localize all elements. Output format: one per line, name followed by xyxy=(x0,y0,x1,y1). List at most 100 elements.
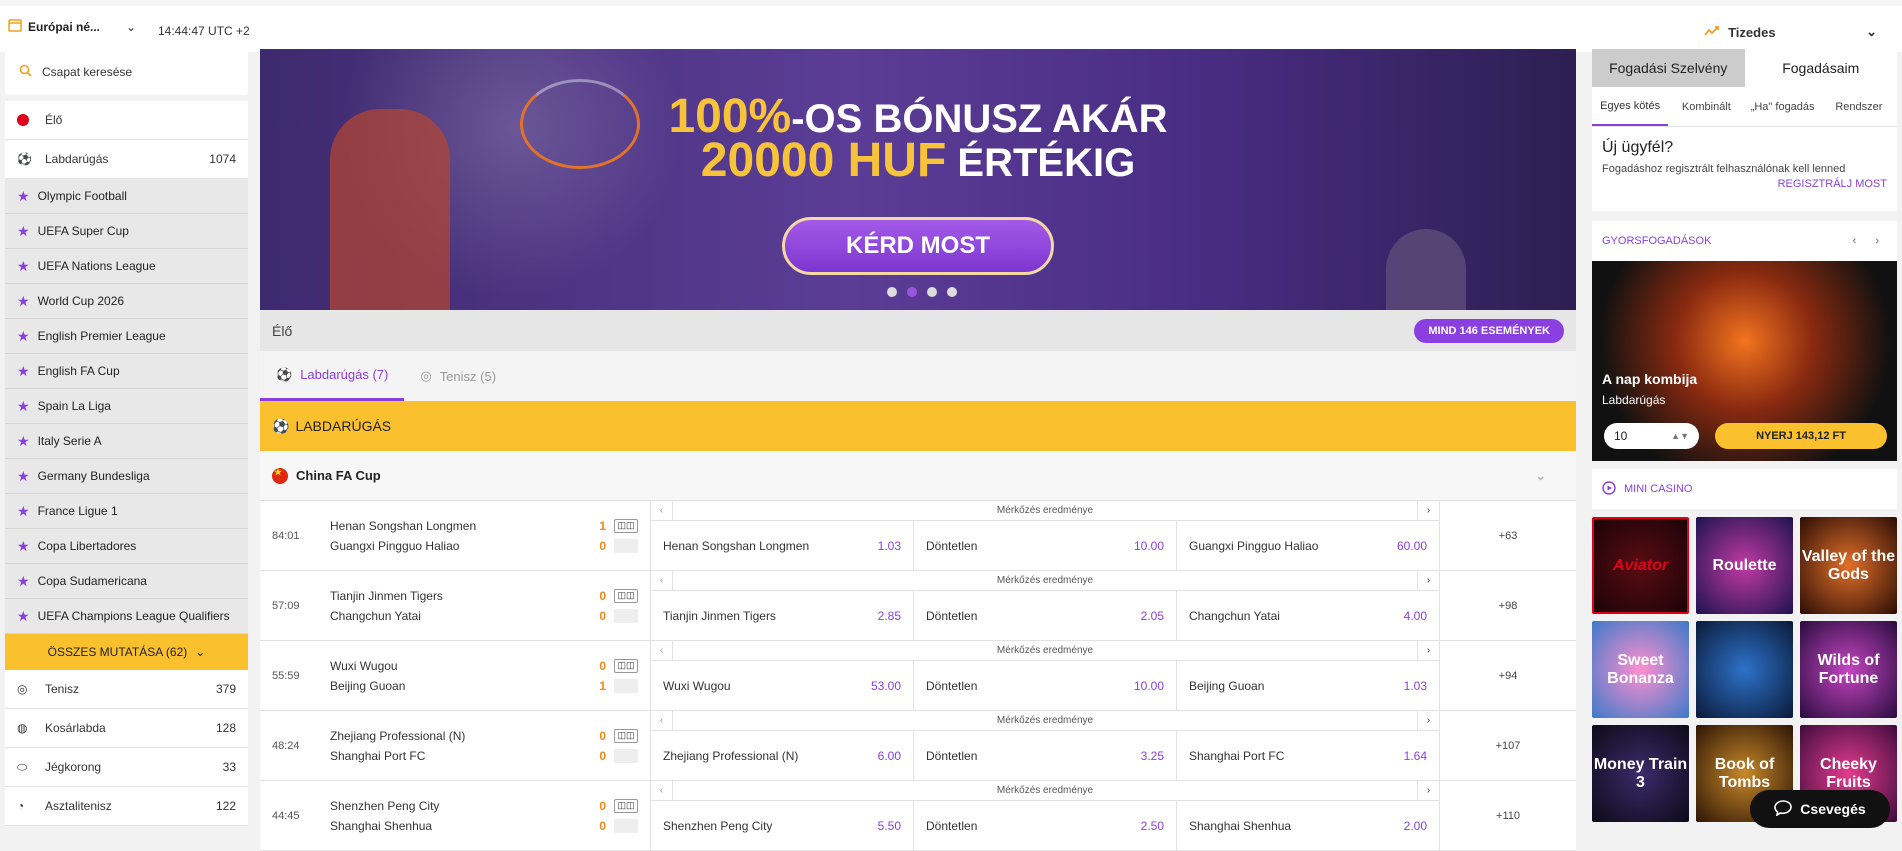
chevron-right-icon[interactable]: › xyxy=(1417,571,1439,590)
chevron-right-icon[interactable]: › xyxy=(1417,781,1439,800)
claim-bonus-button[interactable]: KÉRD MOST xyxy=(782,217,1054,275)
carousel-dot[interactable] xyxy=(927,287,937,297)
odds-format-selector[interactable]: Európai né... ⌄ xyxy=(8,18,136,35)
odd-home-button[interactable]: Tianjin Jinmen Tigers 2.85 xyxy=(651,591,914,640)
odd-draw-button[interactable]: Döntetlen 2.05 xyxy=(914,591,1177,640)
casino-game-title: Book of Tombs xyxy=(1714,755,1775,791)
chevron-right-icon[interactable]: › xyxy=(1417,711,1439,730)
stepper-icon[interactable]: ▲▼ xyxy=(1671,431,1689,441)
sidebar-league-item[interactable]: ★ English Premier League xyxy=(5,319,248,354)
market-header: ‹ Mérkőzés eredménye › xyxy=(651,571,1439,591)
tab-combined-bet[interactable]: Kombinált xyxy=(1668,87,1744,126)
match-row[interactable]: 84:01 Henan Songshan Longmen 1 ◫◫ Guangxi Pi… xyxy=(260,501,1576,571)
chevron-left-icon[interactable]: ‹ xyxy=(651,641,673,660)
pitch-stats-icon[interactable]: ◫◫ xyxy=(614,518,638,533)
casino-game-tile[interactable]: Money Train 3 xyxy=(1592,725,1689,822)
odd-draw-button[interactable]: Döntetlen 10.00 xyxy=(914,521,1177,570)
carousel-dot[interactable] xyxy=(947,287,957,297)
chat-button[interactable]: Csevegés xyxy=(1750,790,1890,828)
match-row[interactable]: 48:24 Zhejiang Professional (N) 0 ◫◫ Shangha… xyxy=(260,711,1576,781)
show-all-button[interactable]: ÖSSZES MUTATÁSA (62) ⌄ xyxy=(5,634,248,670)
match-row[interactable]: 55:59 Wuxi Wugou 0 ◫◫ Beijing Guoan 1 ‹ Mérkőzé… xyxy=(260,641,1576,711)
carousel-dot[interactable] xyxy=(907,287,917,297)
casino-game-tile[interactable]: Sweet Bonanza xyxy=(1592,621,1689,718)
chevron-left-icon[interactable]: ‹ xyxy=(651,571,673,590)
sidebar-league-item[interactable]: ★ Olympic Football xyxy=(5,179,248,214)
odd-home-button[interactable]: Zhejiang Professional (N) 6.00 xyxy=(651,731,914,780)
sport-section-header[interactable]: ⚽ LABDARÚGÁS xyxy=(260,401,1576,451)
chevron-right-icon[interactable]: › xyxy=(1417,501,1439,520)
search-input[interactable]: Csapat keresése xyxy=(42,65,132,79)
sidebar-league-item[interactable]: ★ Spain La Liga xyxy=(5,389,248,424)
odds-type-selector[interactable]: Tizedes ⌄ xyxy=(1704,24,1877,40)
carousel-nav[interactable]: ‹ › xyxy=(1853,235,1887,247)
tab-system-bet[interactable]: Rendszer xyxy=(1821,87,1897,126)
pitch-stats-icon[interactable]: ◫◫ xyxy=(614,798,638,813)
more-markets-button[interactable]: +107 xyxy=(1440,711,1576,780)
tab-football[interactable]: ⚽ Labdarúgás (7) xyxy=(260,351,405,401)
tab-if-bet[interactable]: „Ha" fogadás xyxy=(1745,87,1821,126)
mini-casino-header[interactable]: MINI CASINO xyxy=(1592,469,1897,509)
more-markets-button[interactable]: +94 xyxy=(1440,641,1576,710)
odd-away-button[interactable]: Shanghai Port FC 1.64 xyxy=(1177,731,1439,780)
sidebar-item-live[interactable]: Élő xyxy=(5,101,248,140)
casino-game-tile[interactable]: Roulette xyxy=(1696,517,1793,614)
tab-my-bets[interactable]: Fogadásaim xyxy=(1744,49,1897,87)
sidebar-league-item[interactable]: ★ Copa Libertadores xyxy=(5,529,248,564)
casino-game-tile[interactable]: Valley of the Gods xyxy=(1800,517,1897,614)
all-events-button[interactable]: MIND 146 ESEMÉNYEK xyxy=(1414,318,1564,343)
sidebar-league-item[interactable]: ★ UEFA Champions League Qualifiers xyxy=(5,599,248,634)
chevron-left-icon[interactable]: ‹ xyxy=(651,711,673,730)
sidebar-item-sport[interactable]: ◍ Kosárlabda 128 xyxy=(5,709,248,748)
sidebar-league-item[interactable]: ★ UEFA Super Cup xyxy=(5,214,248,249)
odd-away-button[interactable]: Guangxi Pingguo Haliao 60.00 xyxy=(1177,521,1439,570)
tab-betslip[interactable]: Fogadási Szelvény xyxy=(1592,49,1745,87)
team-search[interactable]: Csapat keresése xyxy=(5,49,248,95)
pitch-stats-icon[interactable]: ◫◫ xyxy=(614,658,638,673)
match-row[interactable]: 57:09 Tianjin Jinmen Tigers 0 ◫◫ Changchun Y… xyxy=(260,571,1576,641)
league-header[interactable]: China FA Cup ⌄ xyxy=(260,451,1576,501)
sidebar-item-sport[interactable]: ◔ Asztalitenisz 122 xyxy=(5,787,248,826)
sidebar-item-football[interactable]: ⚽ Labdarúgás 1074 xyxy=(5,140,248,179)
chevron-left-icon[interactable]: ‹ xyxy=(651,781,673,800)
sidebar-item-sport[interactable]: ◎ Tenisz 379 xyxy=(5,670,248,709)
tab-tennis[interactable]: ◎ Tenisz (5) xyxy=(404,351,512,401)
odd-home-button[interactable]: Wuxi Wugou 53.00 xyxy=(651,661,914,710)
sidebar-league-item[interactable]: ★ Germany Bundesliga xyxy=(5,459,248,494)
match-row[interactable]: 44:45 Shenzhen Peng City 0 ◫◫ Shanghai Shenh… xyxy=(260,781,1576,851)
odd-home-button[interactable]: Henan Songshan Longmen 1.03 xyxy=(651,521,914,570)
team-name: Henan Songshan Longmen xyxy=(330,518,477,533)
sidebar-league-item[interactable]: ★ Italy Serie A xyxy=(5,424,248,459)
carousel-dot[interactable] xyxy=(887,287,897,297)
sidebar-league-item[interactable]: ★ France Ligue 1 xyxy=(5,494,248,529)
chevron-down-icon[interactable]: ⌄ xyxy=(1535,468,1546,484)
pitch-stats-icon[interactable]: ◫◫ xyxy=(614,588,638,603)
more-markets-button[interactable]: +110 xyxy=(1440,781,1576,850)
chevron-left-icon[interactable]: ‹ xyxy=(651,501,673,520)
casino-game-tile[interactable]: Wilds of Fortune xyxy=(1800,621,1897,718)
promo-banner[interactable]: 100%-OS BÓNUSZ AKÁR 20000 HUF ÉRTÉKIG KÉ… xyxy=(260,49,1576,310)
more-markets-button[interactable]: +63 xyxy=(1440,501,1576,570)
stake-input[interactable]: 10 ▲▼ xyxy=(1604,423,1699,449)
sidebar-league-item[interactable]: ★ UEFA Nations League xyxy=(5,249,248,284)
odd-draw-button[interactable]: Döntetlen 2.50 xyxy=(914,801,1177,850)
chevron-right-icon[interactable]: › xyxy=(1417,641,1439,660)
more-markets-button[interactable]: +98 xyxy=(1440,571,1576,640)
sidebar-league-item[interactable]: ★ English FA Cup xyxy=(5,354,248,389)
odd-away-button[interactable]: Changchun Yatai 4.00 xyxy=(1177,591,1439,640)
odd-away-button[interactable]: Beijing Guoan 1.03 xyxy=(1177,661,1439,710)
odd-draw-button[interactable]: Döntetlen 10.00 xyxy=(914,661,1177,710)
odd-away-button[interactable]: Shanghai Shenhua 2.00 xyxy=(1177,801,1439,850)
odd-home-button[interactable]: Shenzhen Peng City 5.50 xyxy=(651,801,914,850)
sidebar-item-sport[interactable]: ⬭ Jégkorong 33 xyxy=(5,748,248,787)
sidebar-league-item[interactable]: ★ World Cup 2026 xyxy=(5,284,248,319)
win-button[interactable]: NYERJ 143,12 FT xyxy=(1715,423,1887,449)
sidebar-league-item[interactable]: ★ Copa Sudamericana xyxy=(5,564,248,599)
casino-game-tile[interactable] xyxy=(1696,621,1793,718)
new-client-title: Új ügyfél? xyxy=(1602,139,1674,156)
pitch-stats-icon[interactable]: ◫◫ xyxy=(614,728,638,743)
register-link[interactable]: REGISZTRÁLJ MOST xyxy=(1602,178,1887,190)
casino-game-tile[interactable]: Aviator xyxy=(1592,517,1689,614)
odd-draw-button[interactable]: Döntetlen 3.25 xyxy=(914,731,1177,780)
tab-single-bet[interactable]: Egyes kötés xyxy=(1592,87,1669,126)
